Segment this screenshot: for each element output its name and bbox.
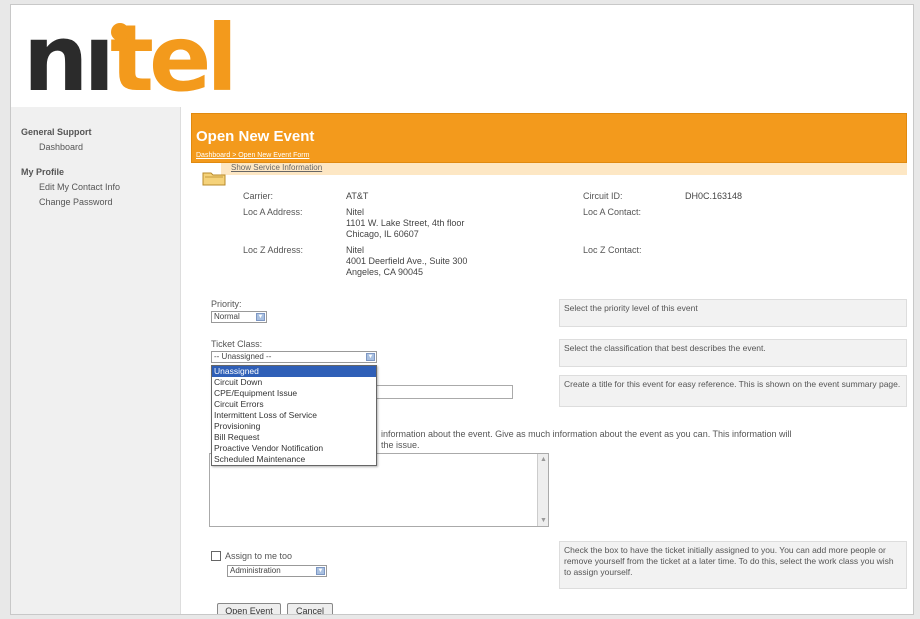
loc-z-line1: Nitel bbox=[346, 245, 365, 255]
circuit-value: DH0C.163148 bbox=[685, 191, 743, 201]
dropdown-option[interactable]: Circuit Down bbox=[212, 377, 376, 388]
loc-a-contact-label: Loc A Contact: bbox=[583, 207, 642, 217]
sidebar-section-general: General Support bbox=[21, 127, 92, 137]
dropdown-option[interactable]: Provisioning bbox=[212, 421, 376, 432]
assign-help: Check the box to have the ticket initial… bbox=[559, 541, 907, 589]
loc-z-label: Loc Z Address: bbox=[243, 245, 304, 255]
chevron-down-icon: ▼ bbox=[316, 567, 325, 575]
carrier-value: AT&T bbox=[346, 191, 369, 201]
chevron-down-icon: ▼ bbox=[366, 353, 375, 361]
sidebar-item-dashboard[interactable]: Dashboard bbox=[21, 142, 180, 152]
loc-a-line1: Nitel bbox=[346, 207, 365, 217]
dropdown-option[interactable]: Bill Request bbox=[212, 432, 376, 443]
dropdown-option[interactable]: Unassigned bbox=[212, 366, 376, 377]
dropdown-option[interactable]: CPE/Equipment Issue bbox=[212, 388, 376, 399]
assign-checkbox[interactable] bbox=[211, 551, 221, 561]
classification-help: Select the classification that best desc… bbox=[559, 339, 907, 367]
description-instructions: information about the event. Give as muc… bbox=[381, 429, 792, 450]
page-title: Open New Event bbox=[196, 128, 315, 145]
dropdown-option[interactable]: Proactive Vendor Notification bbox=[212, 443, 376, 454]
open-event-button[interactable]: Open Event bbox=[217, 603, 281, 614]
service-info-bar: Show Service Information bbox=[221, 163, 907, 175]
carrier-label: Carrier: bbox=[243, 191, 274, 201]
folder-icon bbox=[202, 172, 226, 186]
classification-dropdown-list: Unassigned Circuit Down CPE/Equipment Is… bbox=[211, 365, 377, 466]
sidebar: General Support Dashboard My Profile Edi… bbox=[11, 107, 181, 614]
sidebar-item-change-password[interactable]: Change Password bbox=[21, 197, 180, 207]
app-window: nıtel General Support Dashboard My Profi… bbox=[10, 4, 914, 615]
classification-select[interactable]: -- Unassigned -- ▼ bbox=[211, 351, 377, 363]
priority-select[interactable]: Normal ▼ bbox=[211, 311, 267, 323]
assign-select[interactable]: Administration ▼ bbox=[227, 565, 327, 577]
scroll-up-icon[interactable]: ▲ bbox=[539, 455, 548, 464]
loc-z-line2: 4001 Deerfield Ave., Suite 300 bbox=[346, 256, 468, 266]
logo-dot bbox=[111, 23, 129, 41]
loc-a-label: Loc A Address: bbox=[243, 207, 303, 217]
circuit-label: Circuit ID: bbox=[583, 191, 623, 201]
dropdown-option[interactable]: Circuit Errors bbox=[212, 399, 376, 410]
cancel-button[interactable]: Cancel bbox=[287, 603, 333, 614]
main-content: Open New Event Dashboard > Open New Even… bbox=[191, 113, 907, 614]
sidebar-item-edit-contact[interactable]: Edit My Contact Info bbox=[21, 182, 180, 192]
loc-z-contact-label: Loc Z Contact: bbox=[583, 245, 642, 255]
assign-label: Assign to me too bbox=[225, 551, 293, 561]
priority-help: Select the priority level of this event bbox=[559, 299, 907, 327]
classification-label: Ticket Class: bbox=[211, 339, 263, 349]
chevron-down-icon: ▼ bbox=[256, 313, 265, 321]
dropdown-option[interactable]: Intermittent Loss of Service bbox=[212, 410, 376, 421]
page-header: Open New Event Dashboard > Open New Even… bbox=[191, 113, 907, 163]
loc-z-line3: Angeles, CA 90045 bbox=[346, 267, 424, 277]
dropdown-option[interactable]: Scheduled Maintenance bbox=[212, 454, 376, 465]
sidebar-section-profile: My Profile bbox=[21, 167, 65, 177]
loc-a-line3: Chicago, IL 60607 bbox=[346, 229, 419, 239]
loc-a-line2: 1101 W. Lake Street, 4th floor bbox=[346, 218, 465, 228]
textarea-scrollbar[interactable]: ▲ ▼ bbox=[537, 454, 548, 526]
breadcrumb[interactable]: Dashboard > Open New Event Form bbox=[196, 152, 309, 159]
scroll-down-icon[interactable]: ▼ bbox=[539, 516, 548, 525]
subject-help: Create a title for this event for easy r… bbox=[559, 375, 907, 407]
show-service-info-link[interactable]: Show Service Information bbox=[231, 163, 322, 172]
nitel-logo: nıtel bbox=[23, 5, 238, 112]
priority-label: Priority: bbox=[211, 299, 242, 309]
